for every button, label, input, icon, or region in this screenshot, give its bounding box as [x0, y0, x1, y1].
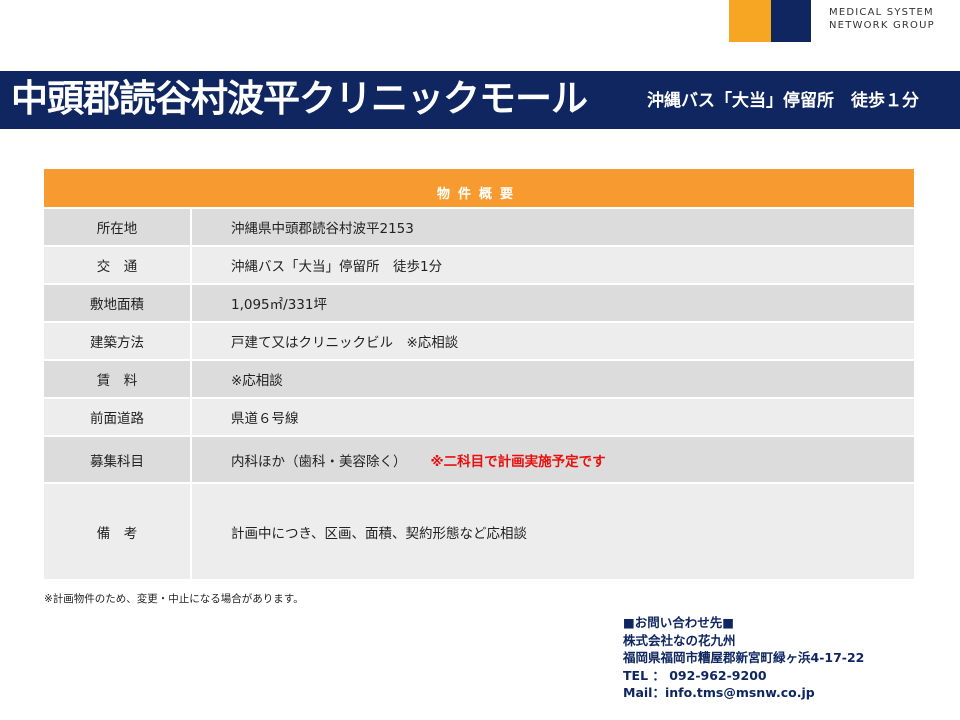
logo-wordmark: MEDICAL SYSTEM NETWORK GROUP — [829, 7, 954, 32]
row-value: 計画中につき、区画、面積、契約形態など応相談 — [231, 525, 528, 542]
row-label: 敷地面積 — [44, 285, 192, 321]
row-value: 沖縄バス「大当」停留所 徒歩1分 — [231, 259, 443, 275]
table-row-site-area: 敷地面積 1,095㎡/331坪 — [44, 285, 914, 323]
access-info: 沖縄バス「大当」停留所 徒歩１分 — [647, 91, 919, 111]
page-title: 中頭郡読谷村波平クリニックモール — [11, 77, 588, 120]
table-row-departments: 募集科目 内科ほか（歯科・美容除く） ※二科目で計画実施予定です — [44, 437, 914, 484]
logo-line-2: NETWORK GROUP — [829, 19, 935, 31]
contact-tel: TEL ： 092-962-9200 — [623, 667, 767, 683]
table-row-rent: 賃 料 ※応相談 — [44, 361, 914, 399]
row-label: 募集科目 — [44, 437, 192, 482]
footnote: ※計画物件のため、変更・中止になる場合があります。 — [44, 593, 304, 605]
contact-address: 福岡県福岡市糟屋郡新宮町緑ヶ浜4-17-22 — [623, 650, 865, 665]
row-value: 沖縄県中頭郡読谷村波平2153 — [231, 221, 414, 237]
logo-line-1: MEDICAL SYSTEM — [829, 7, 934, 18]
table-row-transport: 交 通 沖縄バス「大当」停留所 徒歩1分 — [44, 247, 914, 285]
row-value: 戸建て又はクリニックビル ※応相談 — [231, 335, 459, 351]
row-value: ※応相談 — [231, 373, 283, 389]
table-row-remarks: 備 考 計画中につき、区画、面積、契約形態など応相談 — [44, 484, 914, 579]
table-heading: 物件概要 — [44, 169, 914, 209]
logo-navy-block — [771, 0, 811, 42]
row-label: 所在地 — [44, 209, 192, 245]
table-row-front-road: 前面道路 県道６号線 — [44, 399, 914, 437]
row-value: 内科ほか（歯科・美容除く） ※二科目で計画実施予定です — [192, 437, 914, 482]
contact-company: 株式会社なの花九州 — [623, 632, 736, 648]
row-label: 前面道路 — [44, 399, 192, 435]
table-row-construction: 建築方法 戸建て又はクリニックビル ※応相談 — [44, 323, 914, 361]
contact-mail: Mail：info.tms@msnw.co.jp — [623, 685, 815, 700]
row-label: 交 通 — [44, 247, 192, 283]
contact-block: ■お問い合わせ先■ 株式会社なの花九州 福岡県福岡市糟屋郡新宮町緑ヶ浜4-17-… — [623, 614, 864, 702]
departments-note: ※二科目で計画実施予定です — [430, 453, 606, 470]
row-value: 1,095㎡/331坪 — [231, 297, 327, 313]
property-summary-table: 物件概要 所在地 沖縄県中頭郡読谷村波平2153 交 通 沖縄バス「大当」停留所… — [44, 169, 914, 579]
table-row-address: 所在地 沖縄県中頭郡読谷村波平2153 — [44, 209, 914, 247]
contact-heading: ■お問い合わせ先■ — [623, 615, 735, 630]
logo-orange-block — [729, 0, 771, 42]
row-label: 備 考 — [44, 484, 192, 579]
departments-value: 内科ほか（歯科・美容除く） — [231, 453, 407, 470]
row-value: 県道６号線 — [231, 411, 299, 427]
row-label: 建築方法 — [44, 323, 192, 359]
row-label: 賃 料 — [44, 361, 192, 397]
